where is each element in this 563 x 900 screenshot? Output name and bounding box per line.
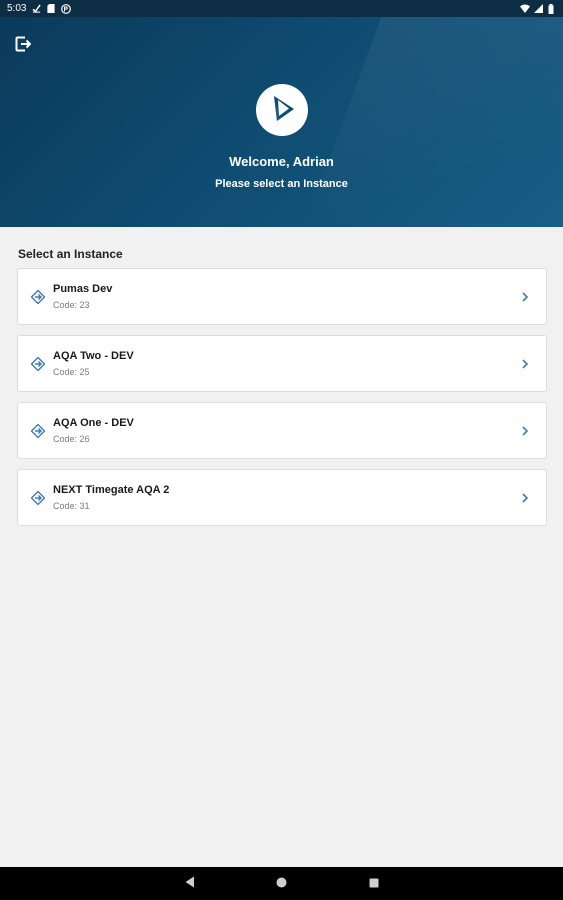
instance-card[interactable]: Pumas Dev Code: 23 [17, 268, 547, 325]
recents-button[interactable] [367, 877, 381, 891]
instance-code: Code: 26 [53, 434, 90, 444]
instance-name: AQA Two - DEV [53, 350, 134, 362]
instance-code: Code: 31 [53, 501, 90, 511]
instance-diamond-icon [31, 424, 45, 438]
recents-icon [369, 875, 379, 893]
section-title: Select an Instance [18, 247, 123, 261]
chevron-right-icon [521, 425, 529, 437]
instance-diamond-icon [31, 357, 45, 371]
battery-icon [546, 3, 556, 14]
chevron-right-icon [521, 492, 529, 504]
welcome-header: Welcome, Adrian Please select an Instanc… [0, 17, 563, 227]
app-icon [61, 3, 72, 14]
wifi-icon [520, 4, 530, 14]
back-icon [185, 875, 195, 893]
instance-card[interactable]: AQA One - DEV Code: 26 [17, 402, 547, 459]
status-bar: 5:03 [0, 0, 563, 17]
instance-card[interactable]: NEXT Timegate AQA 2 Code: 31 [17, 469, 547, 526]
welcome-message: Welcome, Adrian [229, 154, 334, 169]
status-time: 5:03 [7, 3, 27, 14]
signal-icon [533, 4, 543, 14]
instance-name: NEXT Timegate AQA 2 [53, 484, 170, 496]
home-button[interactable] [275, 877, 289, 891]
play-logo-icon [265, 91, 299, 130]
instance-diamond-icon [31, 290, 45, 304]
exit-button[interactable] [14, 36, 32, 57]
instance-code: Code: 23 [53, 300, 90, 310]
chevron-right-icon [521, 291, 529, 303]
home-icon [276, 875, 287, 893]
instance-name: AQA One - DEV [53, 417, 134, 429]
sim-icon [46, 4, 56, 14]
select-instance-prompt: Please select an Instance [215, 178, 348, 190]
check-icon [31, 4, 41, 14]
chevron-right-icon [521, 358, 529, 370]
instance-diamond-icon [31, 491, 45, 505]
exit-icon [15, 36, 32, 57]
navigation-bar [0, 867, 563, 900]
instance-code: Code: 25 [53, 367, 90, 377]
instance-list: Pumas Dev Code: 23 AQA Two - DEV Code: 2… [17, 268, 547, 536]
app-logo [256, 84, 308, 136]
back-button[interactable] [183, 875, 197, 893]
instance-name: Pumas Dev [53, 283, 113, 295]
instance-card[interactable]: AQA Two - DEV Code: 25 [17, 335, 547, 392]
header-decoration [304, 17, 563, 227]
